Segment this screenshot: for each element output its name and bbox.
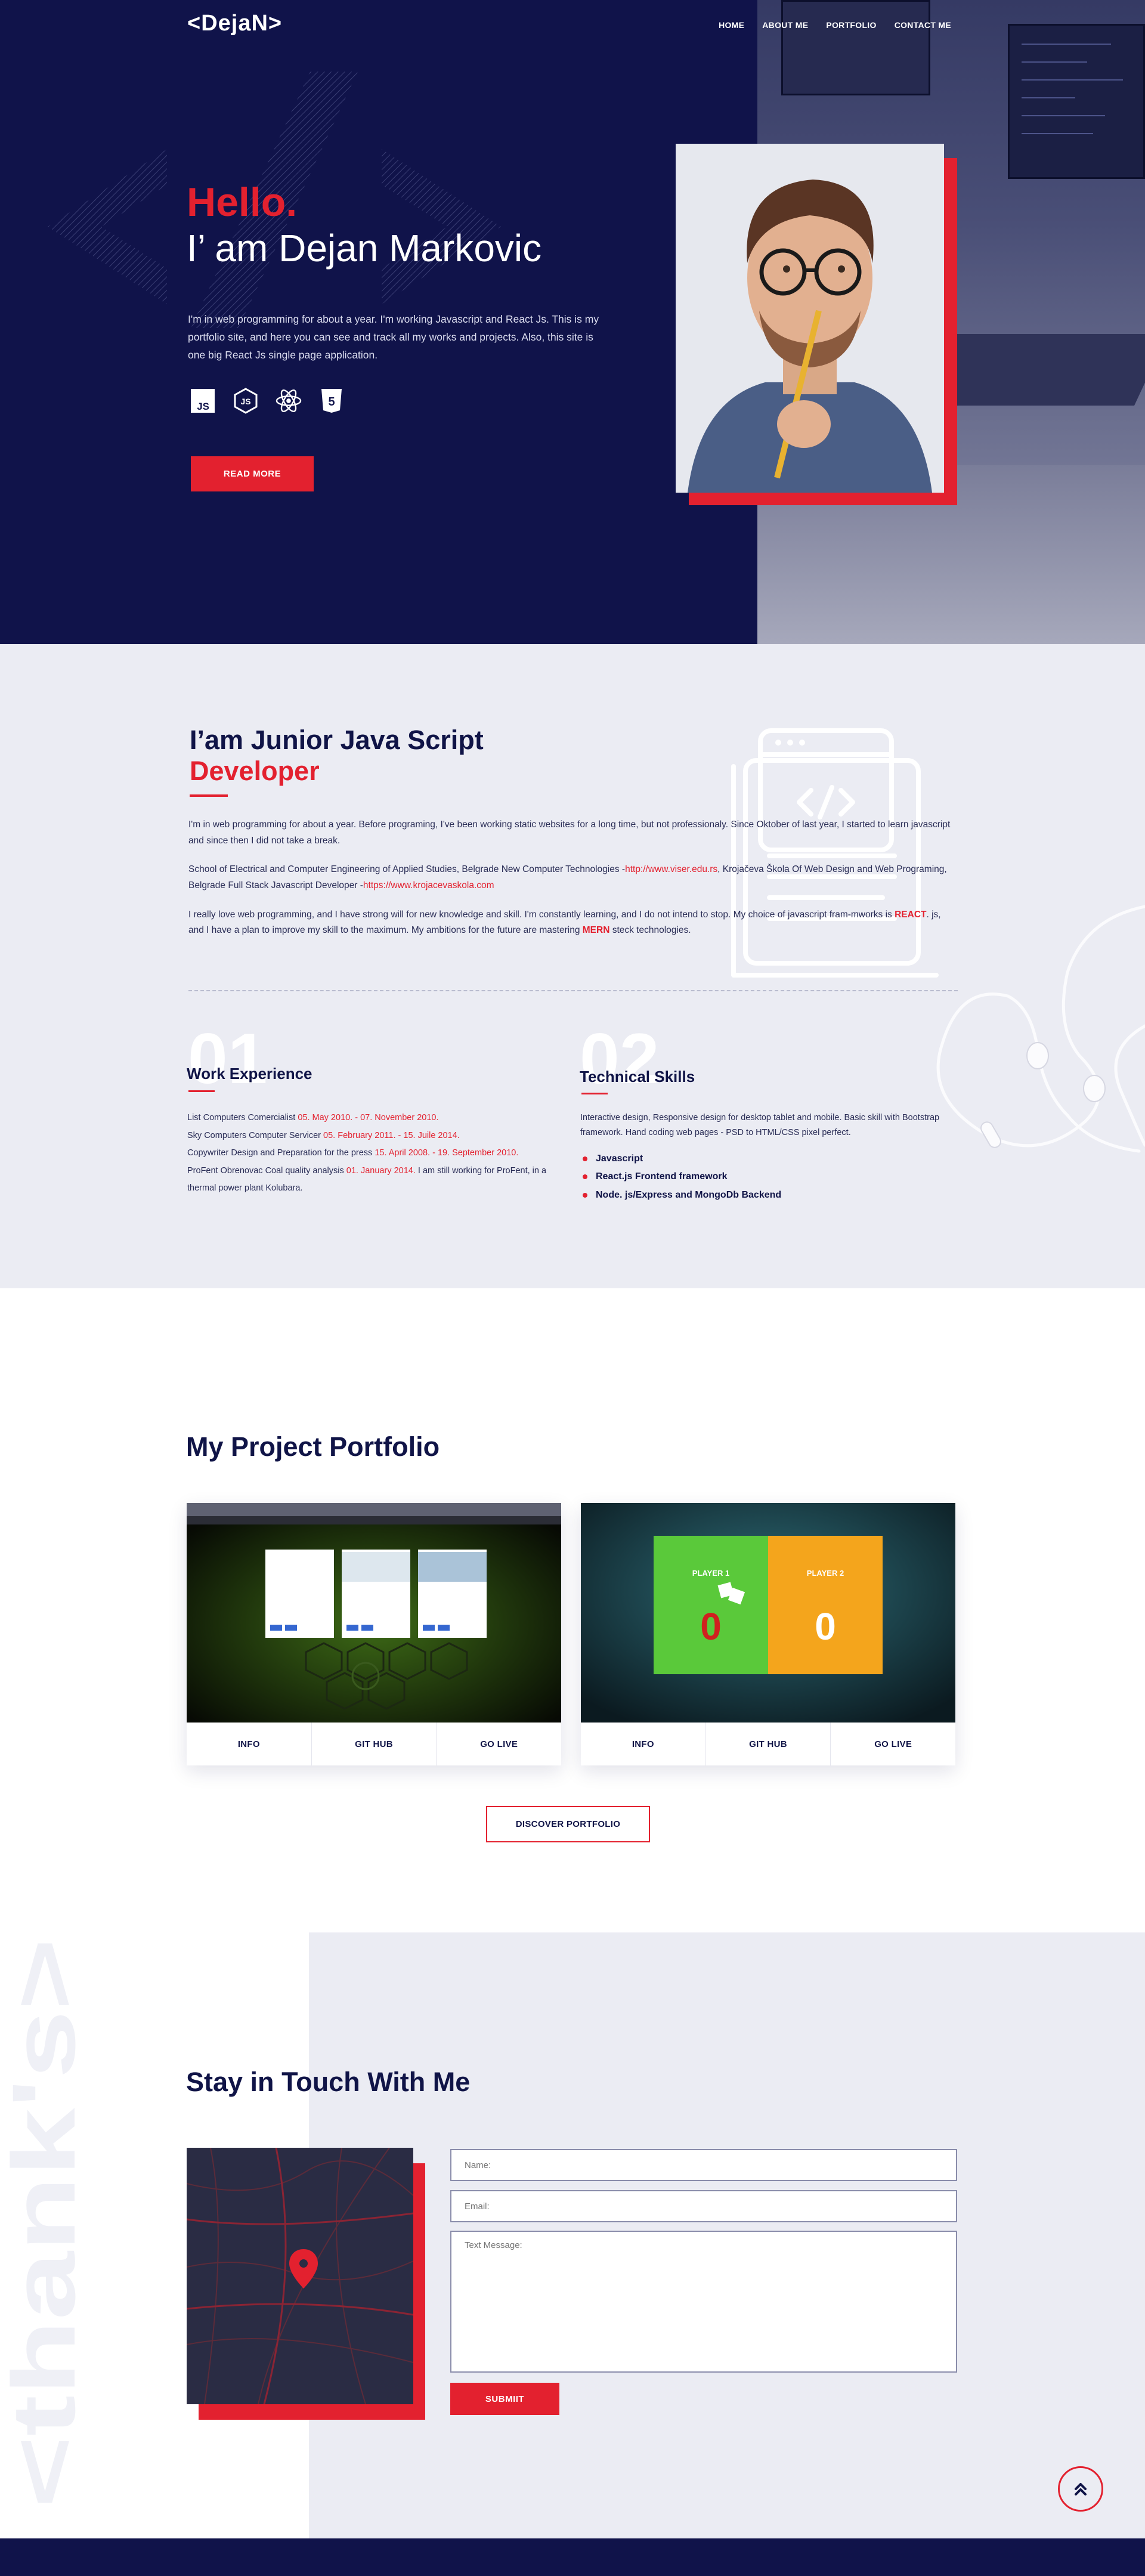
project-card-dice[interactable]: PLAYER 1 PLAYER 2 0 0 INFO GIT HUB GO LI… [581,1503,955,1765]
work-list: List Computers Comercialist 05. May 2010… [187,1109,569,1198]
info-button[interactable]: INFO [187,1723,312,1765]
monitor-image [1008,24,1145,179]
contact-title: Stay in Touch With Me [186,2067,470,2098]
page: <DejaN> HOME ABOUT ME PORTFOLIO CONTACT … [0,0,1145,2576]
submit-button[interactable]: SUBMIIT [450,2383,559,2415]
about-title-underline [190,794,228,797]
player-1-label: PLAYER 1 [692,1569,730,1578]
about-title-red: Developer [190,755,320,786]
about-p2-text: School of Electrical and Computer Engine… [188,864,626,875]
double-chevron-up-icon [1075,2483,1087,2495]
svg-text:JS: JS [240,397,250,406]
site-logo[interactable]: <DejaN> [187,11,282,36]
scroll-to-top-button[interactable] [1058,2466,1103,2512]
skill-item: Javascript [583,1150,781,1168]
about-paragraph-3: I really love web programming, and I hav… [188,907,951,939]
node-app-screenshot[interactable] [187,1503,561,1723]
javascript-icon: JS [190,388,216,414]
skill-item: Node. js/Express and MongoDb Backend [583,1186,781,1204]
github-button[interactable]: GIT HUB [312,1723,437,1765]
work-item: Copywriter Design and Preparation for th… [187,1148,519,1158]
skills-list: Javascript React.js Frontend framework N… [583,1150,781,1204]
project-card-node[interactable]: INFO GIT HUB GO LIVE [187,1503,561,1765]
about-title-prefix: I’am [190,725,244,755]
card-actions: INFO GIT HUB GO LIVE [581,1723,955,1765]
hero-section: <DejaN> HOME ABOUT ME PORTFOLIO CONTACT … [0,0,1145,644]
contact-section: <thank's> Stay in Touch With Me Name: Em… [0,1932,1145,2538]
window-image [781,0,930,95]
player-1-score: 0 [700,1605,722,1648]
work-title: Work Experience [187,1065,312,1083]
skills-title: Technical Skills [580,1068,695,1086]
discover-portfolio-button[interactable]: DISCOVER PORTFOLIO [486,1806,650,1842]
message-field[interactable] [450,2231,957,2373]
svg-text:<thank's>: <thank's> [0,1938,94,2508]
work-number: 01 [188,1019,268,1099]
section-divider [188,990,958,991]
earphones-image [936,905,1145,1153]
skill-item: React.js Frontend framework [583,1168,781,1186]
about-title-bold: Junior Java Script [250,725,484,755]
skills-text: Interactive design, Responsive design fo… [580,1113,940,1138]
work-item: List Computers Comercialist 05. May 2010… [187,1113,439,1122]
location-map[interactable] [187,2148,413,2404]
portfolio-title: My Project Portfolio [186,1431,440,1462]
contact-title-bold: Touch With Me [281,2067,471,2097]
work-item: Sky Computers Computer Servicer 05. Febr… [187,1130,460,1140]
svg-text:JS: JS [197,401,209,412]
mern-highlight: MERN [582,925,610,936]
work-item: ProFent Obrenovac Coal quality analysis … [187,1165,547,1193]
main-nav: HOME ABOUT ME PORTFOLIO CONTACT ME [714,20,951,32]
portfolio-title-bold: Portfolio [329,1431,440,1462]
skills-underline [581,1093,608,1094]
react-icon [276,388,302,414]
go-live-button[interactable]: GO LIVE [831,1723,955,1765]
nav-portfolio[interactable]: PORTFOLIO [826,20,876,30]
krojacevaskola-link[interactable]: https://www.krojacevaskola.com [363,880,494,890]
go-live-button[interactable]: GO LIVE [437,1723,561,1765]
nav-home[interactable]: HOME [714,20,750,32]
read-more-button[interactable]: READ MORE [191,456,314,491]
about-paragraph-2: School of Electrical and Computer Engine… [188,862,951,893]
portrait-photo [676,144,944,493]
player-2-label: PLAYER 2 [806,1569,844,1578]
work-underline [188,1090,215,1092]
nodejs-icon: JS [233,388,259,414]
svg-text:5: 5 [328,395,335,409]
email-field[interactable] [450,2190,957,2222]
player-2-score: 0 [815,1605,836,1648]
portfolio-section: My Project Portfolio INFO GIT HUB GO LIV… [0,1288,1145,1932]
html5-icon: 5 [318,388,345,414]
footer [0,2538,1145,2576]
about-section: I’am Junior Java Script Developer I'm in… [0,644,1145,1288]
name-field[interactable] [450,2149,957,2181]
nav-about[interactable]: ABOUT ME [762,20,808,30]
about-text: I'm in web programming for about a year.… [188,817,951,952]
github-button[interactable]: GIT HUB [706,1723,831,1765]
viser-link[interactable]: http://www.viser.edu.rs [625,864,717,874]
portfolio-title-light: My Project [186,1431,322,1462]
info-button[interactable]: INFO [581,1723,706,1765]
about-paragraph-1: I'm in web programming for about a year.… [188,820,951,846]
about-p3-text-c: steck technologies. [609,925,691,936]
tech-icons: JS JS 5 [190,388,345,414]
about-title: I’am Junior Java Script Developer [190,725,484,787]
map-pin-icon [289,2249,318,2289]
about-p3-text: I really love web programming, and I hav… [188,909,895,920]
card-actions: INFO GIT HUB GO LIVE [187,1723,561,1765]
nav-contact[interactable]: CONTACT ME [895,20,951,30]
hero-hello: Hello. [187,180,298,225]
thanks-watermark: <thank's> [0,1938,94,2508]
hero-name: I’ am Dejan Markovic [187,227,542,270]
hero-description: I'm in web programming for about a year.… [188,313,599,361]
contact-title-light: Stay in [186,2067,274,2097]
dice-game-screenshot[interactable]: PLAYER 1 PLAYER 2 0 0 [581,1503,955,1723]
